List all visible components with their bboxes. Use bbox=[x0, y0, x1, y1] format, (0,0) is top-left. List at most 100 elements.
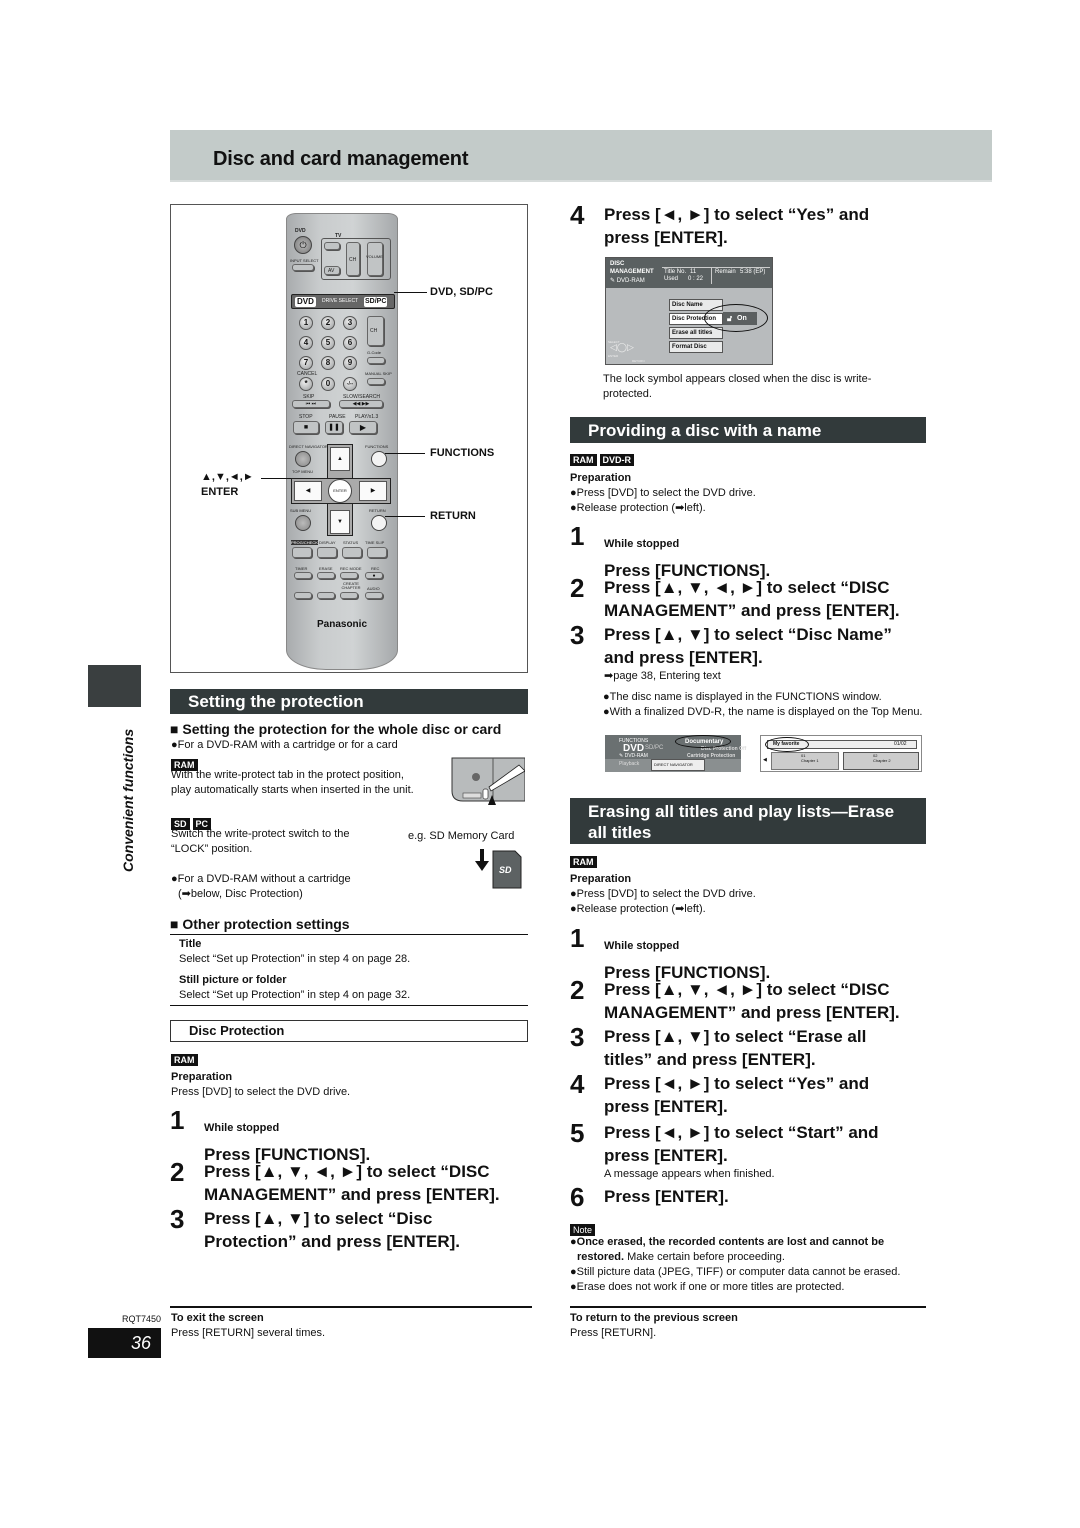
rec-mode-button bbox=[340, 572, 358, 579]
other-protection-subheading: ■ Other protection settings bbox=[170, 916, 350, 934]
step-condition: While stopped bbox=[604, 538, 680, 550]
step-number: 3 bbox=[570, 1022, 585, 1052]
disc-name-note: ●The disc name is displayed in the FUNCT… bbox=[603, 691, 882, 703]
remote-illustration-box: DVD ⏻ TV AV CH VOLUME INPUT SELECT DVD D… bbox=[170, 204, 528, 673]
direct-navigator-label: DIRECT NAVIGATOR bbox=[289, 444, 328, 449]
disc-protection-reference-link[interactable]: (➡below, Disc Protection) bbox=[178, 887, 303, 902]
top-menu-osd: My favorite 01/02 ◀ 01 Chapter 1 02 Chap… bbox=[760, 735, 922, 772]
step-content: Press [▲, ▼, ◄, ►] to select “DISC MANAG… bbox=[604, 978, 900, 1024]
osd-used-label: Used bbox=[664, 276, 679, 282]
osd-direct-navigator-button[interactable]: DIRECT NAVIGATOR bbox=[651, 759, 705, 771]
input-select-label: INPUT SELECT bbox=[290, 258, 319, 263]
step-instruction: titles” and press [ENTER]. bbox=[604, 1050, 816, 1069]
preparation-item: ●Release protection (➡left). bbox=[570, 502, 706, 514]
preparation-item: ●Press [DVD] to select the DVD drive. bbox=[570, 487, 756, 499]
sub-menu-label: SUB MENU bbox=[290, 508, 312, 513]
step-instruction: MANAGEMENT” and press [ENTER]. bbox=[604, 601, 900, 620]
functions-label: FUNCTIONS bbox=[365, 444, 389, 449]
step-content: Press [▲, ▼, ◄, ►] to select “DISC MANAG… bbox=[204, 1160, 500, 1206]
sd-card-illustration: SD bbox=[475, 845, 523, 890]
highlight-ellipse bbox=[675, 735, 731, 748]
digit-button: 2 bbox=[321, 316, 335, 330]
drive-select-label: DRIVE SELECT bbox=[322, 298, 359, 304]
sd-text-line: Switch the write-protect switch to the bbox=[171, 828, 350, 840]
preparation-title: Preparation bbox=[171, 1071, 233, 1083]
square-bullet-icon: ■ bbox=[170, 721, 183, 737]
other-item-text: Select “Set up Protection” in step 4 on … bbox=[179, 953, 411, 965]
other-item-title: Still picture or folder bbox=[179, 974, 287, 986]
osd-media-label: DVD-RAM bbox=[616, 278, 645, 284]
callout-enter: ENTER bbox=[201, 486, 239, 498]
step-number: 2 bbox=[570, 975, 585, 1005]
osd-menu-item-format-disc[interactable]: Format Disc bbox=[669, 341, 723, 353]
callout-line bbox=[385, 453, 425, 454]
prog-check-label: PROG/CHECK bbox=[291, 540, 318, 545]
stop-label: STOP bbox=[299, 414, 313, 420]
ram-text-line: play automatically starts when inserted … bbox=[171, 784, 414, 796]
step-instruction: Press [▲, ▼, ◄, ►] to select “DISC bbox=[604, 578, 890, 597]
remote-control-image: DVD ⏻ TV AV CH VOLUME INPUT SELECT DVD D… bbox=[286, 213, 398, 670]
osd-divider bbox=[662, 267, 770, 268]
step-content: While stopped Press [FUNCTIONS]. bbox=[604, 533, 770, 582]
callout-line bbox=[385, 516, 425, 517]
sd-text-line: “LOCK” position. bbox=[171, 843, 253, 855]
sub-menu-button bbox=[295, 515, 311, 531]
highlight-ellipse bbox=[704, 304, 768, 332]
disc-name-note: ●With a finalized DVD-R, the name is dis… bbox=[603, 706, 923, 718]
step-instruction: MANAGEMENT” and press [ENTER]. bbox=[604, 1003, 900, 1022]
step-content: Press [▲, ▼, ◄, ►] to select “DISC MANAG… bbox=[604, 576, 900, 622]
entering-text-reference-link[interactable]: ➡page 38, Entering text bbox=[604, 669, 892, 683]
square-bullet-icon: ■ bbox=[170, 916, 183, 932]
step-number: 3 bbox=[170, 1204, 185, 1234]
return-button bbox=[371, 515, 387, 531]
section-heading-line: Erasing all titles and play lists—Erase bbox=[588, 802, 895, 821]
digit-button: * bbox=[299, 377, 313, 391]
skip-forward-button bbox=[317, 592, 335, 599]
osd-sdpc-label: SD/PC bbox=[645, 745, 664, 751]
step-instruction: Press [◄, ►] to select “Yes” and bbox=[604, 205, 870, 224]
exit-screen-text: Press [RETURN] several times. bbox=[171, 1327, 326, 1339]
skip-buttons: ⏮ ⏭ bbox=[292, 400, 330, 408]
chapter-tab-marker bbox=[88, 665, 141, 707]
play-button-icon: ▶ bbox=[349, 421, 377, 434]
osd-return-label: RETURN bbox=[632, 359, 645, 363]
step-instruction: Press [▲, ▼] to select “Erase all bbox=[604, 1027, 867, 1046]
step-number: 6 bbox=[570, 1182, 585, 1212]
step-instruction: Press [◄, ►] to select “Start” and bbox=[604, 1123, 879, 1142]
section-heading-erase-all: Erasing all titles and play lists—Erase … bbox=[570, 798, 926, 844]
chapter-label-text: Convenient functions bbox=[120, 728, 136, 872]
footer-divider bbox=[570, 1306, 926, 1308]
highlight-ellipse bbox=[765, 737, 809, 752]
no-cartridge-bullet: ●For a DVD-RAM without a cartridge bbox=[171, 873, 351, 885]
step-number: 3 bbox=[570, 620, 585, 650]
note-text: Make certain before proceeding. bbox=[624, 1251, 785, 1263]
brand-logo: Panasonic bbox=[316, 619, 368, 630]
digit-button: 4 bbox=[299, 336, 313, 350]
ch-label: CH bbox=[370, 328, 378, 334]
step-number: 1 bbox=[570, 521, 585, 551]
pause-label: PAUSE bbox=[329, 414, 346, 420]
preparation-title: Preparation bbox=[570, 873, 632, 885]
section-heading-disc-name: Providing a disc with a name bbox=[570, 417, 926, 443]
osd-remain-label: Remain bbox=[715, 269, 736, 275]
callout-arrows: ▲,▼,◄,► bbox=[201, 471, 254, 483]
direct-navigator-button bbox=[295, 451, 311, 467]
osd-prev-arrow-icon[interactable]: ◀ bbox=[763, 757, 767, 763]
callout-functions: FUNCTIONS bbox=[430, 447, 495, 459]
whole-disc-heading-text: Setting the protection for the whole dis… bbox=[182, 721, 502, 737]
av-label: AV bbox=[328, 268, 335, 274]
document-code: RQT7450 bbox=[122, 1314, 162, 1324]
footer-divider bbox=[170, 1306, 532, 1308]
note-item: ●Still picture data (JPEG, TIFF) or comp… bbox=[570, 1266, 901, 1278]
dvd-r-badge: DVD-R bbox=[599, 454, 634, 466]
digit-button: -/-- bbox=[343, 377, 357, 391]
stop-button-icon: ■ bbox=[293, 421, 319, 434]
rec-button-icon: ● bbox=[365, 572, 383, 579]
digit-button: 3 bbox=[343, 316, 357, 330]
step-note: A message appears when finished. bbox=[604, 1168, 775, 1180]
tv-power-button bbox=[324, 242, 340, 250]
timer-label: TIMER bbox=[295, 566, 308, 571]
osd-chapter-label: Chapter 2 bbox=[873, 758, 891, 763]
return-screen-text: Press [RETURN]. bbox=[570, 1327, 657, 1339]
osd-enter-label: ENTER bbox=[608, 354, 619, 358]
